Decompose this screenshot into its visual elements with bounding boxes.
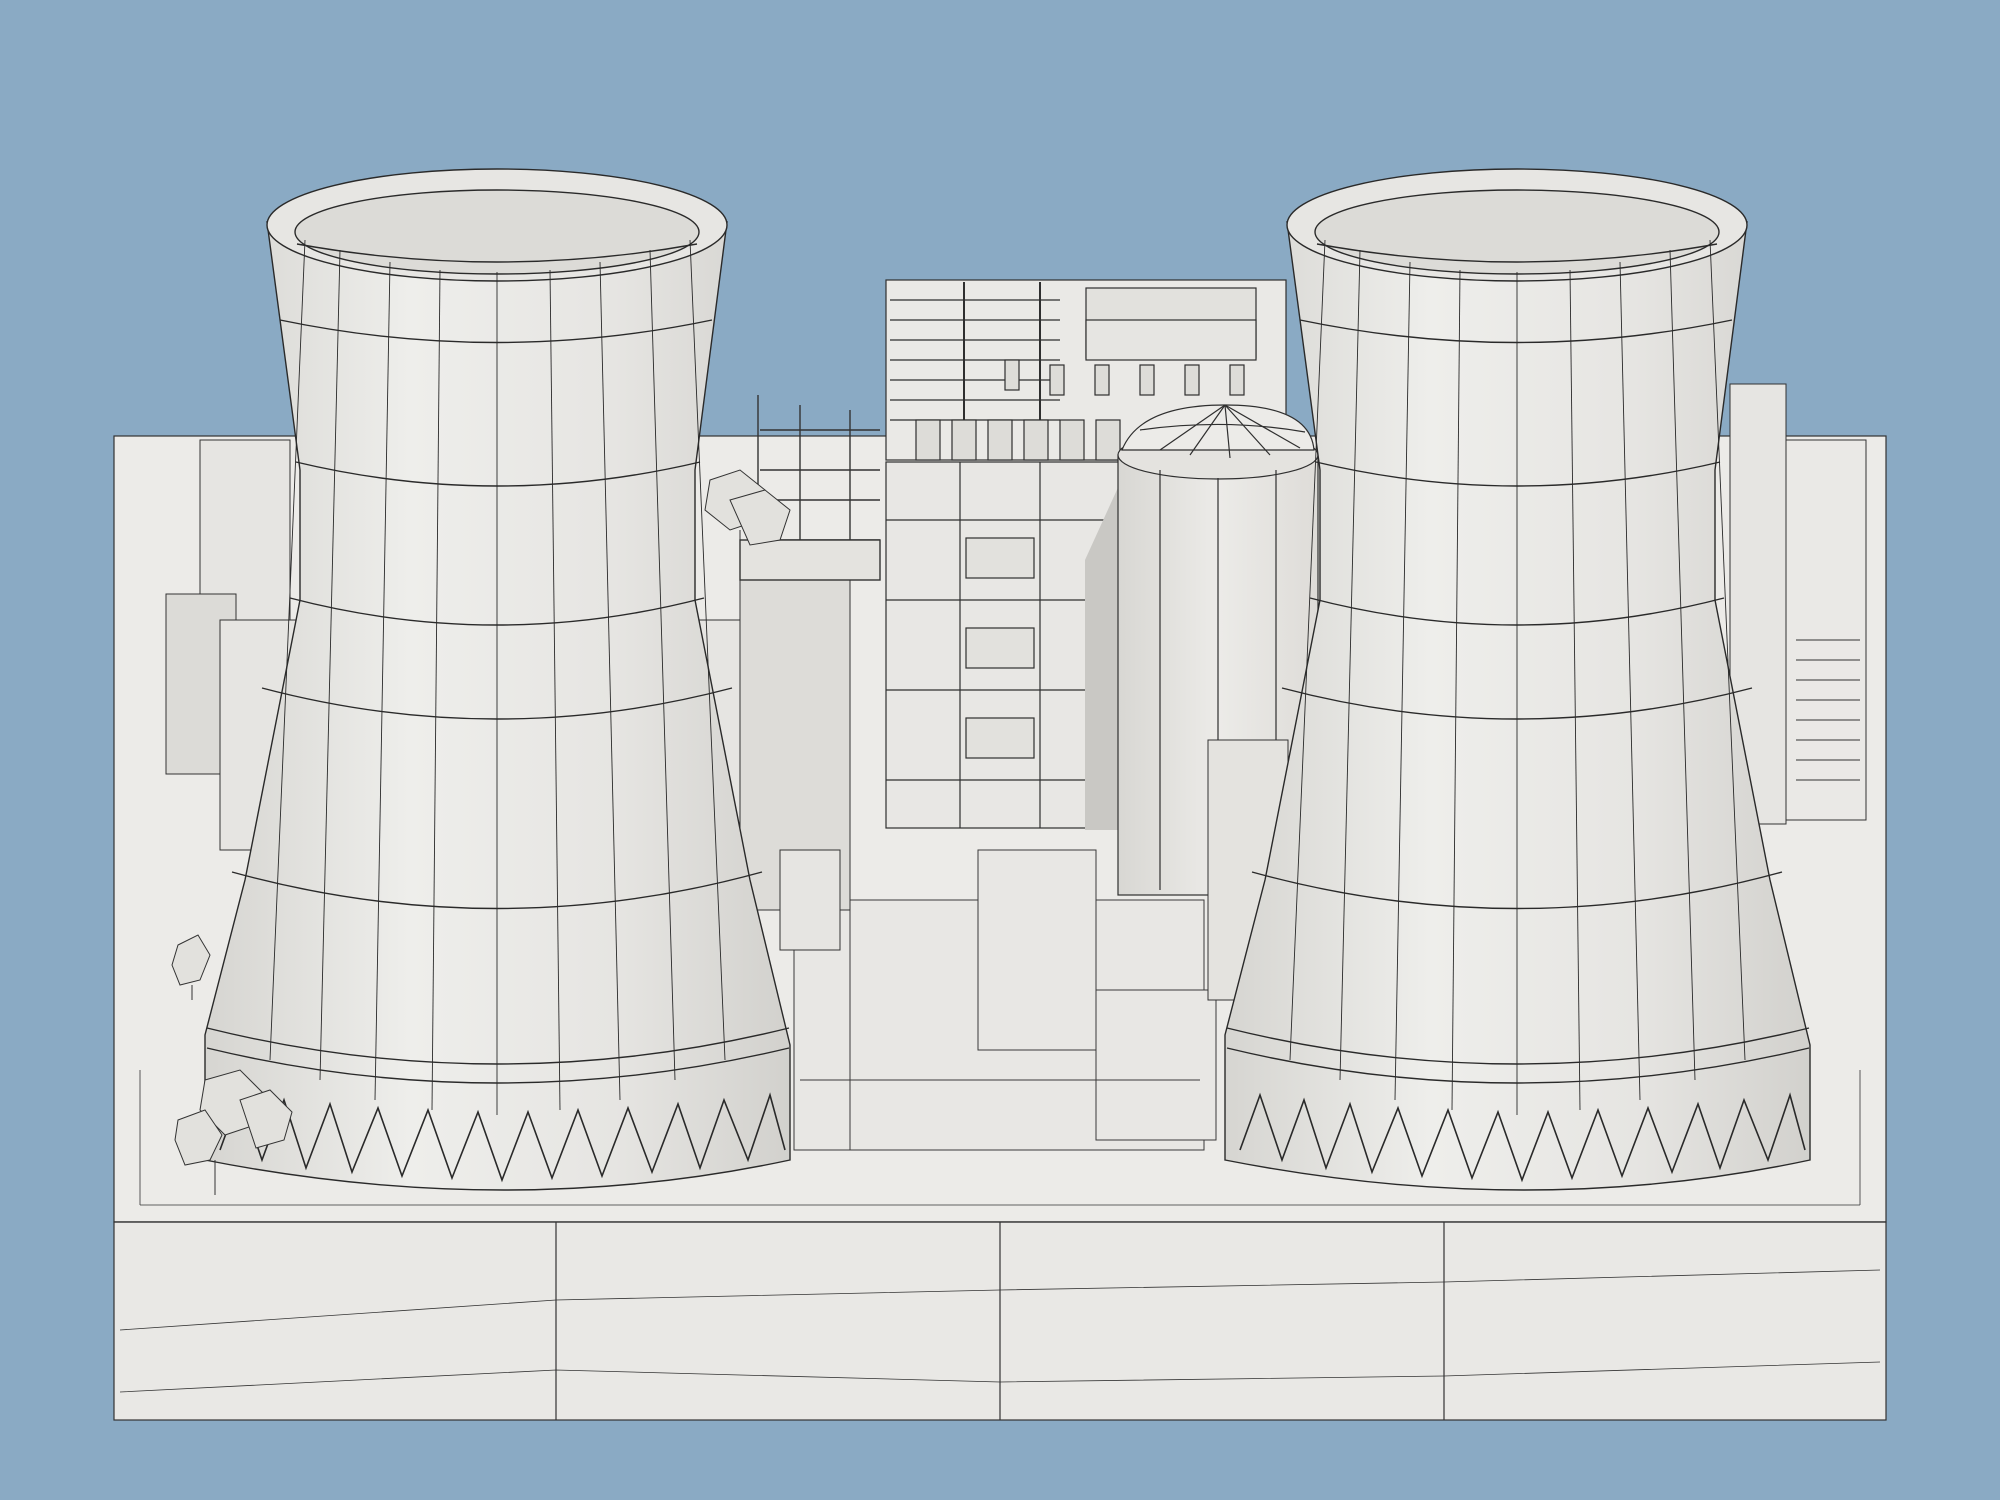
- window-middle: [965, 627, 1035, 669]
- tower-right-shell: [1224, 221, 1811, 1191]
- window-bottom: [965, 717, 1035, 759]
- window-top: [965, 537, 1035, 579]
- cooling-tower-left: [204, 168, 791, 1191]
- cooling-tower-right: [1224, 168, 1811, 1191]
- tower-left-shell: [204, 221, 791, 1191]
- plant-model-render: [0, 0, 2000, 1500]
